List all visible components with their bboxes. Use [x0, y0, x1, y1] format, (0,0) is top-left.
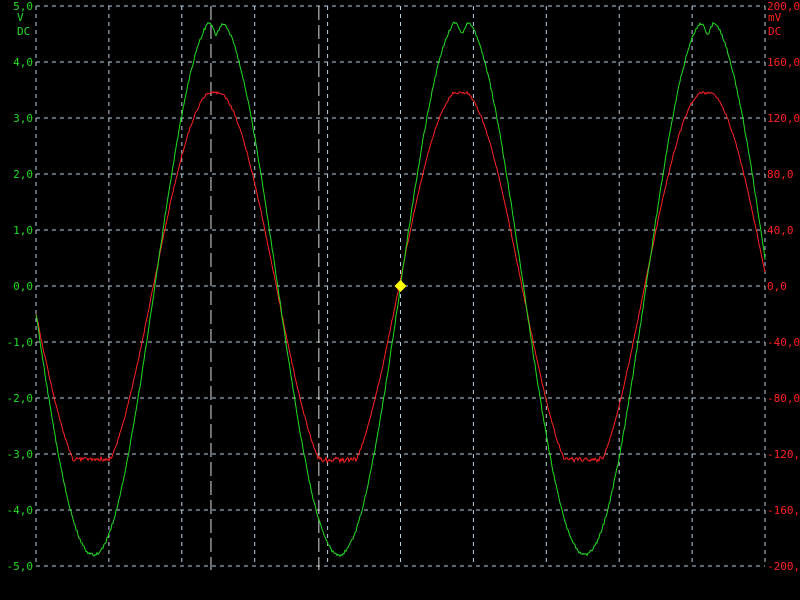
right-tick-label: -160,0	[767, 504, 800, 517]
left-tick-label: 3,0	[13, 112, 33, 125]
right-axis-unit: mV	[768, 11, 782, 24]
right-tick-label: -40,0	[767, 336, 800, 349]
left-axis-labels: 5,04,03,02,01,00,0-1,0-2,0-3,0-4,0-5,0	[7, 0, 34, 573]
right-tick-label: 40,0	[767, 224, 794, 237]
right-tick-label: -80,0	[767, 392, 800, 405]
oscilloscope-display: 5,04,03,02,01,00,0-1,0-2,0-3,0-4,0-5,0 2…	[0, 0, 800, 600]
left-tick-label: -2,0	[7, 392, 34, 405]
left-axis-unit: V	[17, 11, 24, 24]
right-tick-label: -120,0	[767, 448, 800, 461]
left-tick-label: 0,0	[13, 280, 33, 293]
left-tick-label: 2,0	[13, 168, 33, 181]
right-tick-label: 0,0	[767, 280, 787, 293]
left-tick-label: 4,0	[13, 56, 33, 69]
right-tick-label: 80,0	[767, 168, 794, 181]
left-tick-label: -3,0	[7, 448, 34, 461]
left-tick-label: -5,0	[7, 560, 34, 573]
trigger-marker[interactable]	[395, 280, 407, 292]
right-axis-labels: 200,0160,0120,080,040,00,0-40,0-80,0-120…	[767, 0, 800, 573]
left-tick-label: -1,0	[7, 336, 34, 349]
left-tick-label: -4,0	[7, 504, 34, 517]
right-axis-coupling: DC	[768, 25, 781, 38]
left-tick-label: 1,0	[13, 224, 33, 237]
right-tick-label: 120,0	[767, 112, 800, 125]
right-tick-label: -200,0	[767, 560, 800, 573]
left-axis-coupling: DC	[17, 25, 30, 38]
time-cursors	[211, 6, 319, 570]
right-tick-label: 160,0	[767, 56, 800, 69]
